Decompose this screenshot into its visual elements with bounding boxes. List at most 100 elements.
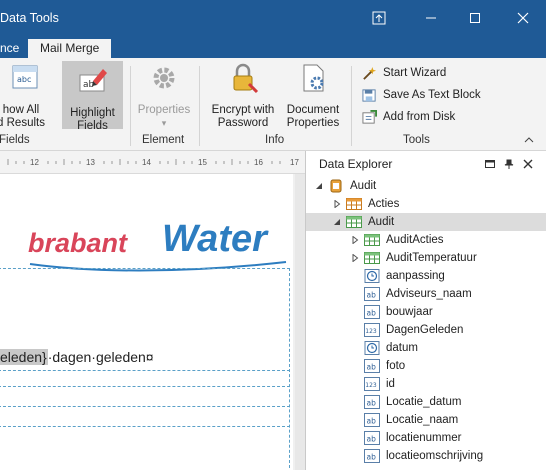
show-all-results-button[interactable]: abc how All d Results <box>0 62 48 130</box>
close-button[interactable] <box>500 0 546 36</box>
ribbon: abc how All d Results ab Highlight Field… <box>0 58 546 151</box>
minimize-button[interactable] <box>408 0 454 36</box>
pin-icon[interactable] <box>504 159 514 169</box>
tree-node[interactable]: Acties <box>306 195 546 213</box>
table-orange-icon <box>346 197 362 211</box>
database-icon <box>328 179 344 193</box>
frame-border <box>0 386 290 387</box>
tree-node[interactable]: datum <box>306 339 546 357</box>
tab-mail-merge[interactable]: Mail Merge <box>28 39 112 58</box>
clock-icon <box>364 341 380 355</box>
show-all-line2: d Results <box>0 117 45 129</box>
tree-node[interactable]: ab locatieomschrijving <box>306 447 546 465</box>
horizontal-ruler[interactable]: 12 13 14 15 16 17 <box>0 151 305 174</box>
vertical-scrollbar[interactable] <box>295 174 305 470</box>
frame-border <box>0 268 290 269</box>
highlight-line2: Fields <box>77 120 108 132</box>
text-field-icon: ab <box>364 413 380 427</box>
tree-node[interactable]: ab Locatie_naam <box>306 411 546 429</box>
document-page[interactable]: brabant Water eleden} ·dagen·geleden¤ <box>0 174 293 470</box>
tree-node[interactable]: 123 DagenGeleden <box>306 321 546 339</box>
start-wizard-button[interactable]: Start Wizard <box>362 64 446 82</box>
table-green-icon <box>364 233 380 247</box>
tree-node[interactable]: ab foto <box>306 357 546 375</box>
tree-node[interactable]: ab Adviseurs_naam <box>306 285 546 303</box>
highlight-fields-button[interactable]: ab Highlight Fields <box>62 61 123 132</box>
text-field-icon: ab <box>364 395 380 409</box>
ribbon-tab-row: nce Mail Merge <box>0 36 546 58</box>
collapse-arrow-icon[interactable] <box>314 181 324 191</box>
document-gear-icon <box>303 64 324 92</box>
tree-node-label: Locatie_naam <box>386 414 459 426</box>
group-separator <box>130 66 131 146</box>
collapse-arrow-icon[interactable] <box>332 217 342 227</box>
tree-node[interactable]: ab Locatie_datum <box>306 393 546 411</box>
data-explorer-panel: Data Explorer Audit Acties Audit AuditActie… <box>306 151 546 470</box>
properties-button[interactable]: Properties ▾ <box>136 62 192 130</box>
tree-node[interactable]: AuditActies <box>306 231 546 249</box>
start-wizard-label: Start Wizard <box>383 67 447 79</box>
properties-label: Properties <box>137 104 191 116</box>
group-label-fields: Fields <box>0 134 30 146</box>
properties-dropdown-arrow: ▾ <box>161 118 167 128</box>
title-bar: Data Tools <box>0 0 546 36</box>
tree-node-label: Acties <box>368 198 400 210</box>
text-line[interactable]: eleden} ·dagen·geleden¤ <box>0 348 154 366</box>
window-position-icon[interactable] <box>485 159 495 169</box>
svg-text:123: 123 <box>365 382 377 389</box>
tree-node[interactable]: Audit <box>306 177 546 195</box>
tree-node[interactable]: ab locatienummer <box>306 429 546 447</box>
frame-border <box>0 370 290 371</box>
maximize-button[interactable] <box>452 0 498 36</box>
clock-icon <box>364 269 380 283</box>
tab-reference[interactable]: nce <box>0 39 19 58</box>
body-text: ·dagen·geleden¤ <box>47 349 154 365</box>
ruler-label: 15 <box>198 158 207 167</box>
svg-text:ab: ab <box>367 363 377 372</box>
ruler-label: 17 <box>290 158 299 167</box>
tree-node-label: aanpassing <box>386 270 445 282</box>
save-text-block-label: Save As Text Block <box>383 89 481 101</box>
group-label-tools: Tools <box>403 134 430 146</box>
expand-arrow-icon[interactable] <box>350 235 360 245</box>
frame-border <box>289 268 290 468</box>
tree-node[interactable]: Audit <box>306 213 546 231</box>
tree-node[interactable]: ab bouwjaar <box>306 303 546 321</box>
collapse-ribbon-icon[interactable] <box>524 136 534 144</box>
encrypt-password-button[interactable]: Encrypt with Password <box>206 62 280 130</box>
group-separator <box>199 66 200 146</box>
frame-border <box>0 406 290 407</box>
tree-node[interactable]: AuditTemperatuur <box>306 249 546 267</box>
logo-text-right: Water <box>162 218 267 260</box>
wizard-wand-icon <box>363 66 377 80</box>
highlight-line1: Highlight <box>70 107 115 119</box>
svg-text:ab: ab <box>367 453 377 462</box>
add-from-disk-button[interactable]: Add from Disk <box>362 108 455 126</box>
tree-node[interactable]: 123 id <box>306 375 546 393</box>
restore-ribbon-button[interactable] <box>356 0 402 36</box>
add-from-disk-label: Add from Disk <box>383 111 456 123</box>
number-field-icon: 123 <box>364 323 380 337</box>
tree-node-label: AuditTemperatuur <box>386 252 477 264</box>
text-field-icon: ab <box>364 449 380 463</box>
tree-node-label: locatienummer <box>386 432 462 444</box>
brabant-water-logo: brabant Water <box>28 218 290 280</box>
expand-arrow-icon[interactable] <box>332 199 342 209</box>
save-as-text-block-button[interactable]: Save As Text Block <box>362 86 481 104</box>
close-panel-icon[interactable] <box>523 159 533 169</box>
svg-text:ab: ab <box>367 417 377 426</box>
merge-field-highlighted[interactable]: eleden} <box>0 349 48 365</box>
document-properties-button[interactable]: Document Properties <box>282 62 344 130</box>
logo-wave <box>29 261 287 272</box>
expand-arrow-icon[interactable] <box>350 253 360 263</box>
highlight-pen-icon: ab <box>79 69 107 92</box>
tree-node[interactable]: aanpassing <box>306 267 546 285</box>
